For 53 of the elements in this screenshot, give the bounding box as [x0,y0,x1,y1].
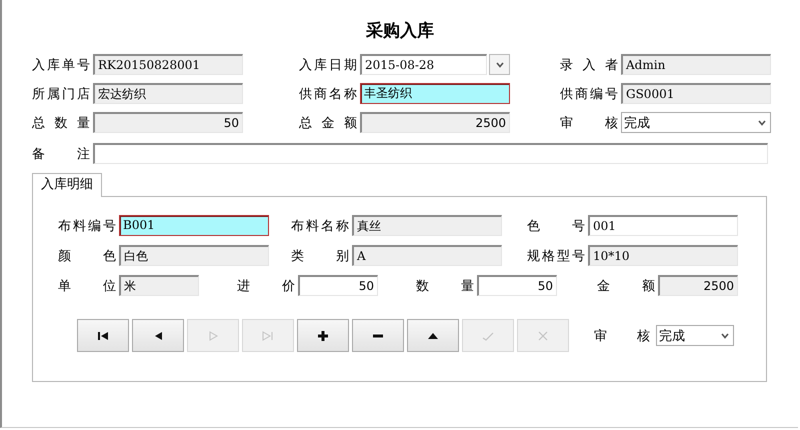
field-label: 色 号 [527,218,585,234]
text-field[interactable]: 50 [93,112,243,133]
text-field[interactable]: A [352,245,502,266]
text-field[interactable]: 白色 [119,245,269,266]
plus-icon [316,328,330,342]
text-field[interactable]: 50 [298,275,378,296]
chevron-down-icon [496,62,504,68]
field-label: 数 量 [416,278,474,294]
note-field[interactable] [93,143,768,164]
date-dropdown-button[interactable] [489,54,510,75]
field-label: 总 数 量 [32,114,90,132]
text-field[interactable]: 001 [588,215,738,236]
text-field[interactable]: 米 [119,275,199,296]
field-label: 所属门店 [32,86,90,102]
field-label: 金 额 [597,278,655,294]
skip-forward-icon [261,328,275,342]
field-label: 总 金 额 [299,114,357,132]
tab[interactable]: 入库明细 [32,173,102,197]
field-label: 颜 色 [58,248,116,264]
status-select[interactable]: 完成 [656,325,734,346]
form-title: 采购入库 [366,20,434,42]
field-label: 进 价 [237,278,295,294]
text-field[interactable]: Admin [621,54,771,75]
text-field[interactable]: 50 [477,275,557,296]
field-label: 审 核 [594,328,650,344]
text-field[interactable]: 10*10 [588,245,738,266]
text-field[interactable]: 2500 [658,275,738,296]
field-label: 备 注 [32,146,90,162]
text-field[interactable]: GS0001 [621,83,771,104]
field-label: 供商编号 [560,86,618,102]
text-field[interactable]: 2500 [360,112,510,133]
text-field[interactable]: 真丝 [352,215,502,236]
chevron-down-icon [721,332,729,338]
close-icon [536,328,550,342]
field-label: 供商名称 [299,86,357,102]
field-label: 规格型号 [527,248,585,264]
field-label: 入库日期 [299,56,357,74]
toolbar-button[interactable] [77,319,129,352]
status-select[interactable]: 完成 [621,112,771,133]
text-field[interactable]: B001 [119,215,269,236]
chevron-down-icon [758,120,766,126]
field-label: 布料名称 [291,218,349,234]
text-field[interactable]: 丰圣纺织 [360,83,510,104]
date-field[interactable]: 2015-08-28 [360,54,487,75]
field-label: 类 别 [291,248,349,264]
field-label: 审 核 [560,114,618,132]
field-label: 录 入 者 [560,56,618,74]
text-field[interactable]: RK20150828001 [93,54,243,75]
field-label: 单 位 [58,278,116,294]
text-field[interactable]: 宏达纺织 [93,83,243,104]
toolbar-button[interactable] [297,319,349,352]
field-label: 布料编号 [58,218,116,234]
field-label: 入库单号 [32,56,90,74]
